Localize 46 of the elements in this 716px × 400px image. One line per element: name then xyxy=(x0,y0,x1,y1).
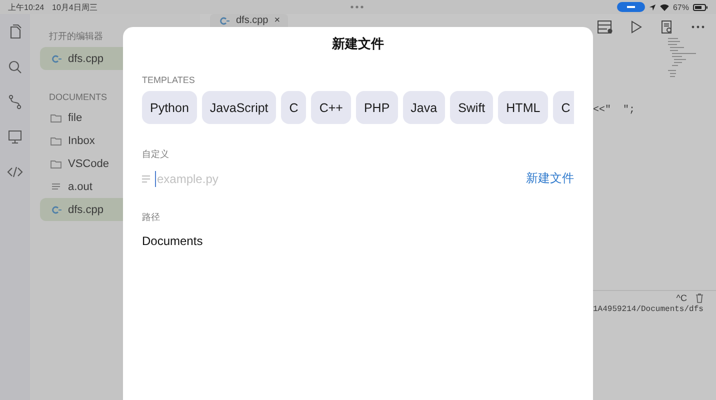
section-label: 路径 xyxy=(142,211,161,224)
template-chip[interactable]: HTML xyxy=(498,91,548,124)
template-chip[interactable]: Swift xyxy=(450,91,494,124)
folder-icon xyxy=(50,158,62,168)
folder-icon xyxy=(50,112,62,122)
status-date: 10月4日周三 xyxy=(52,2,98,12)
cpp-file-icon xyxy=(50,204,62,214)
cpp-file-icon xyxy=(218,16,230,26)
panel-icon[interactable] xyxy=(597,20,613,34)
multitask-dots-icon[interactable] xyxy=(350,5,364,9)
wifi-icon xyxy=(660,4,669,10)
interrupt-button[interactable]: ^C xyxy=(676,293,687,303)
folder-icon xyxy=(50,136,62,146)
status-time: 上午10:24 xyxy=(8,2,44,12)
section-header: 打开的编辑器 xyxy=(48,30,104,43)
template-chip[interactable]: C xyxy=(553,91,574,124)
code-icon[interactable] xyxy=(7,164,23,180)
trash-icon[interactable] xyxy=(695,293,704,303)
text-file-icon xyxy=(50,182,62,192)
filename-field[interactable]: example.py xyxy=(155,170,522,186)
section-label: TEMPLATES xyxy=(142,75,196,85)
battery-percent: 67% xyxy=(672,2,689,12)
create-file-link[interactable]: 新建文件 xyxy=(526,170,574,187)
battery-icon xyxy=(693,4,708,10)
section-header: DOCUMENTS xyxy=(48,91,108,104)
cpp-file-icon xyxy=(50,54,62,64)
screen-sharing-indicator xyxy=(616,2,645,12)
template-chip[interactable]: PHP xyxy=(356,91,398,124)
tab-close[interactable]: × xyxy=(274,15,280,26)
text-file-icon xyxy=(142,174,151,182)
source-control-icon[interactable] xyxy=(7,94,23,110)
editor-tab[interactable]: dfs.cpp × xyxy=(210,14,288,27)
code-line: <<" "; xyxy=(593,105,636,117)
location-icon xyxy=(648,4,656,10)
tab-label: dfs.cpp xyxy=(236,15,268,26)
terminal-output: 1A4959214/Documents/dfs xyxy=(592,305,704,314)
search-icon[interactable] xyxy=(7,59,23,75)
section-label: 自定义 xyxy=(142,148,170,161)
monitor-icon[interactable] xyxy=(7,129,23,145)
template-chip[interactable]: JavaScript xyxy=(202,91,276,124)
path-value: Documents xyxy=(142,234,204,248)
dialog-title: 新建文件 xyxy=(331,35,385,53)
template-chip[interactable]: C++ xyxy=(311,91,351,124)
template-chip[interactable]: Python xyxy=(142,91,197,124)
template-chip[interactable]: C xyxy=(281,91,306,124)
template-chip[interactable]: Java xyxy=(402,91,446,124)
